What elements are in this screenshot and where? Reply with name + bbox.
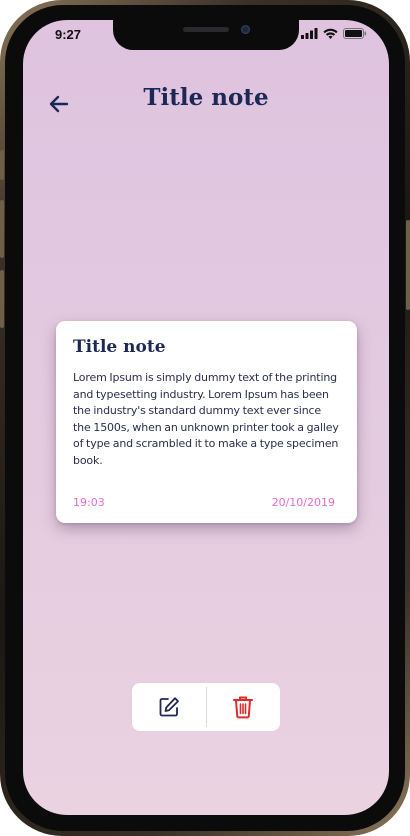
note-date: 20/10/2019	[271, 496, 335, 509]
signal-icon	[301, 28, 318, 39]
power-button	[406, 220, 410, 310]
camera-icon	[241, 25, 250, 34]
status-time: 9:27	[55, 27, 82, 42]
speaker	[183, 27, 229, 32]
note-body: Lorem Ipsum is simply dummy text of the …	[73, 371, 339, 467]
note-time: 19:03	[73, 496, 105, 509]
action-bar	[132, 683, 280, 731]
edit-button[interactable]	[132, 683, 206, 731]
screen: 9:27 Title note Title note Lorem Ipsum i…	[23, 20, 389, 815]
phone-frame: 9:27 Title note Title note Lorem Ipsum i…	[0, 0, 410, 836]
note-card[interactable]: Title note Lorem Ipsum is simply dummy t…	[56, 321, 357, 523]
note-title: Title note	[73, 337, 166, 357]
trash-icon	[233, 696, 254, 719]
notch	[113, 20, 299, 50]
side-button	[0, 150, 4, 180]
battery-icon	[343, 28, 367, 39]
page-title: Title note	[143, 84, 269, 111]
header: Title note	[23, 82, 389, 126]
edit-icon	[159, 697, 179, 717]
volume-down-button	[0, 270, 4, 328]
wifi-icon	[323, 28, 338, 39]
volume-up-button	[0, 200, 4, 258]
status-icons	[301, 28, 367, 39]
delete-button[interactable]	[207, 683, 281, 731]
